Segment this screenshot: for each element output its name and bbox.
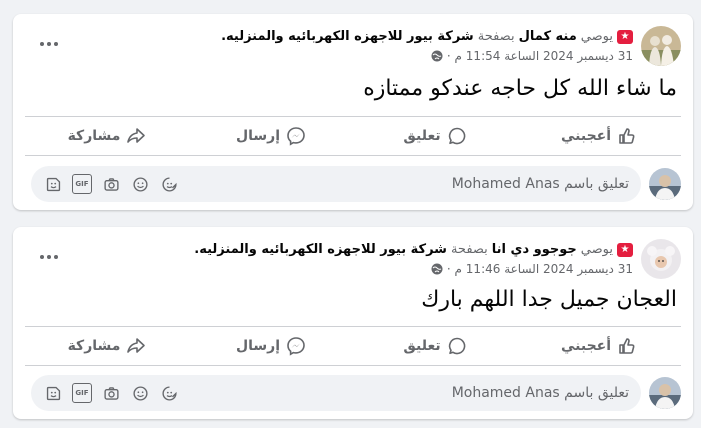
post-text: العجان جميل جدا اللهم بارك <box>421 287 677 312</box>
post-timestamp-line: 31 ديسمبر 2024 الساعة 11:46 م · <box>85 261 633 277</box>
author-name[interactable]: منه كمال <box>519 28 577 46</box>
sticker-icon[interactable] <box>43 383 63 403</box>
post-actions: أعجبني تعليق إرسال مشاركة <box>25 326 681 366</box>
emoji-icon[interactable] <box>130 383 150 403</box>
comment-placeholder: تعليق باسم Mohamed Anas <box>451 176 629 192</box>
comment-tools: GIF <box>43 383 179 403</box>
author-name[interactable]: جوجوو دي انا <box>492 241 577 259</box>
star-badge-icon: ★ <box>617 243 633 257</box>
messenger-icon <box>287 337 305 356</box>
post-card: ★ يوصي جوجوو دي انا بصفحة شركة بيور للاج… <box>13 227 693 419</box>
more-options-icon[interactable] <box>31 245 67 269</box>
post-header: ★ يوصي منه كمال بصفحة شركة بيور للاجهزه … <box>25 26 681 68</box>
avatar-sticker-icon[interactable] <box>159 174 179 194</box>
send-button[interactable]: إرسال <box>189 117 353 155</box>
thumbs-up-icon <box>619 338 635 354</box>
gif-icon[interactable]: GIF <box>72 383 92 403</box>
like-button[interactable]: أعجبني <box>517 117 681 155</box>
post-timestamp[interactable]: 31 ديسمبر 2024 الساعة 11:46 م · <box>447 261 633 277</box>
post-actions: أعجبني تعليق إرسال مشاركة <box>25 116 681 156</box>
comment-input[interactable]: تعليق باسم Mohamed Anas GIF <box>31 166 641 202</box>
comment-input[interactable]: تعليق باسم Mohamed Anas GIF <box>31 375 641 411</box>
globe-icon <box>431 263 443 275</box>
author-avatar[interactable] <box>641 26 681 66</box>
current-user-avatar[interactable] <box>649 377 681 409</box>
avatar-sticker-icon[interactable] <box>159 383 179 403</box>
messenger-icon <box>287 127 305 146</box>
current-user-avatar[interactable] <box>649 168 681 200</box>
star-badge-icon: ★ <box>617 30 633 44</box>
share-arrow-icon <box>127 338 146 353</box>
emoji-icon[interactable] <box>130 174 150 194</box>
share-label: مشاركة <box>67 338 121 354</box>
comment-button[interactable]: تعليق <box>353 117 517 155</box>
gif-icon[interactable]: GIF <box>72 174 92 194</box>
globe-icon <box>431 50 443 62</box>
page-name-text: شركة بيور للاجهزه الكهربائيه والمنزليه <box>199 242 447 257</box>
comment-composer: تعليق باسم Mohamed Anas GIF <box>25 375 681 411</box>
like-button[interactable]: أعجبني <box>517 327 681 365</box>
camera-icon[interactable] <box>101 383 121 403</box>
post-meta: ★ يوصي منه كمال بصفحة شركة بيور للاجهزه … <box>85 28 633 64</box>
comment-label: تعليق <box>403 338 441 354</box>
comment-label: تعليق <box>403 128 441 144</box>
page-prefix: بصفحة <box>450 242 488 257</box>
comment-composer: تعليق باسم Mohamed Anas GIF <box>25 166 681 202</box>
share-button[interactable]: مشاركة <box>25 117 189 155</box>
send-button[interactable]: إرسال <box>189 327 353 365</box>
page-prefix: بصفحة <box>477 29 515 44</box>
recommend-label: يوصي <box>580 242 613 257</box>
send-label: إرسال <box>235 128 281 144</box>
like-label: أعجبني <box>560 338 612 354</box>
comment-placeholder: تعليق باسم Mohamed Anas <box>451 385 629 401</box>
post-card: ★ يوصي منه كمال بصفحة شركة بيور للاجهزه … <box>13 14 693 210</box>
share-label: مشاركة <box>67 128 121 144</box>
share-arrow-icon <box>127 128 146 143</box>
like-label: أعجبني <box>560 128 612 144</box>
sticker-icon[interactable] <box>43 174 63 194</box>
comment-button[interactable]: تعليق <box>353 327 517 365</box>
camera-icon[interactable] <box>101 174 121 194</box>
comment-tools: GIF <box>43 174 179 194</box>
page-name-link[interactable]: شركة بيور للاجهزه الكهربائيه والمنزليه. <box>194 241 447 259</box>
post-title-line: ★ يوصي منه كمال بصفحة شركة بيور للاجهزه … <box>85 28 633 46</box>
page-name-text: شركة بيور للاجهزه الكهربائيه والمنزليه <box>226 29 474 44</box>
recommend-label: يوصي <box>580 29 613 44</box>
send-label: إرسال <box>235 338 281 354</box>
post-timestamp[interactable]: 31 ديسمبر 2024 الساعة 11:54 م · <box>447 48 633 64</box>
comment-bubble-icon <box>448 337 465 355</box>
share-button[interactable]: مشاركة <box>25 327 189 365</box>
more-options-icon[interactable] <box>31 32 67 56</box>
comment-bubble-icon <box>448 127 465 145</box>
thumbs-up-icon <box>619 128 635 144</box>
post-meta: ★ يوصي جوجوو دي انا بصفحة شركة بيور للاج… <box>85 241 633 277</box>
page-name-link[interactable]: شركة بيور للاجهزه الكهربائيه والمنزليه. <box>221 28 474 46</box>
post-title-line: ★ يوصي جوجوو دي انا بصفحة شركة بيور للاج… <box>85 241 633 259</box>
post-header: ★ يوصي جوجوو دي انا بصفحة شركة بيور للاج… <box>25 239 681 281</box>
author-avatar[interactable] <box>641 239 681 279</box>
post-text: ما شاء الله كل حاجه عندكو ممتازه <box>363 76 677 101</box>
post-timestamp-line: 31 ديسمبر 2024 الساعة 11:54 م · <box>85 48 633 64</box>
